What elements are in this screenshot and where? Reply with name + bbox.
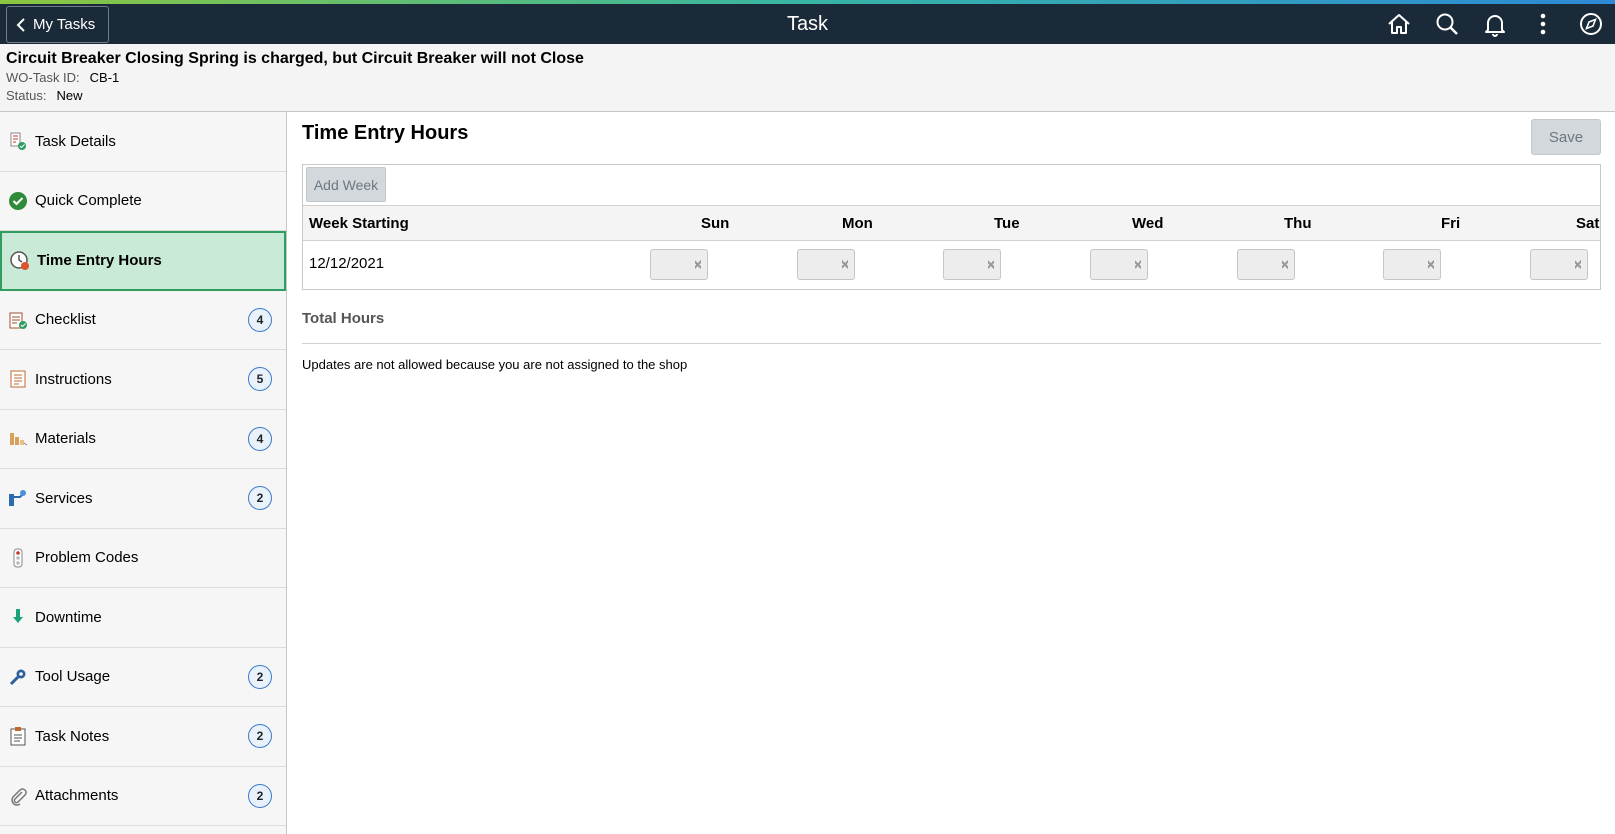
- mon-hours-input[interactable]: [797, 249, 855, 280]
- sidebar-item-label: Materials: [35, 430, 96, 448]
- sidebar-item-label: Instructions: [35, 370, 112, 388]
- sidebar-item-problem-codes[interactable]: Problem Codes: [0, 529, 286, 588]
- time-entry-grid: Add Week Week Starting Sun Mon Tue Wed T…: [302, 164, 1601, 290]
- sidebar-item-attachments[interactable]: Attachments 2: [0, 767, 286, 826]
- sidebar-item-task-notes[interactable]: Task Notes 2: [0, 707, 286, 767]
- notes-icon: [10, 727, 26, 746]
- sidebar-item-tool-usage[interactable]: Tool Usage 2: [0, 648, 286, 707]
- wed-hours-input[interactable]: [1090, 249, 1148, 280]
- column-header-fri: Fri: [1441, 215, 1461, 232]
- status-value: New: [56, 88, 83, 103]
- sidebar-item-materials[interactable]: Materials 4: [0, 410, 286, 469]
- sidebar-item-instructions[interactable]: Instructions 5: [0, 350, 286, 410]
- wo-task-id-value: CB-1: [89, 70, 120, 85]
- search-icon: [1436, 13, 1458, 35]
- sidebar-item-label: Services: [35, 489, 93, 507]
- permission-notice: Updates are not allowed because you are …: [302, 357, 688, 372]
- count-badge: 5: [248, 367, 272, 392]
- sat-hours-input[interactable]: [1530, 249, 1588, 280]
- task-header: Circuit Breaker Closing Spring is charge…: [0, 44, 1615, 112]
- wrench-icon: [9, 669, 26, 685]
- instructions-icon: [10, 370, 26, 388]
- sidebar-item-label: Task Notes: [35, 727, 110, 745]
- sidebar-item-task-details[interactable]: Task Details: [0, 112, 286, 172]
- fri-hours-input[interactable]: [1383, 249, 1441, 280]
- sidebar-item-checklist[interactable]: Checklist 4: [0, 291, 286, 350]
- notifications-button[interactable]: [1471, 4, 1519, 44]
- clock-icon: [10, 251, 29, 270]
- tue-hours-input[interactable]: [943, 249, 1001, 280]
- grid-toolbar: Add Week: [303, 165, 1600, 206]
- task-details-icon: [10, 132, 26, 151]
- home-button[interactable]: [1375, 4, 1423, 44]
- total-hours-label: Total Hours: [302, 310, 385, 327]
- check-circle-icon: [9, 191, 27, 210]
- services-icon: [9, 490, 26, 507]
- compass-icon: [1580, 13, 1602, 35]
- page-header-title: Task: [786, 13, 829, 35]
- count-badge: 4: [248, 426, 272, 451]
- home-icon: [1388, 14, 1410, 34]
- count-badge: 2: [248, 664, 272, 689]
- actions-menu-button[interactable]: [1519, 4, 1567, 44]
- search-button[interactable]: [1423, 4, 1471, 44]
- save-button[interactable]: Save: [1531, 119, 1601, 155]
- sidebar-item-label: Downtime: [35, 608, 102, 626]
- down-arrow-icon: [13, 609, 23, 624]
- column-header-mon: Mon: [842, 215, 873, 232]
- status-row: Status: New: [6, 88, 1615, 103]
- count-badge: 4: [248, 307, 272, 332]
- count-badge: 2: [248, 486, 272, 511]
- sidebar-item-label: Checklist: [35, 311, 96, 329]
- back-button[interactable]: My Tasks: [6, 6, 109, 43]
- sidebar-item-quick-complete[interactable]: Quick Complete: [0, 172, 286, 231]
- sun-hours-input[interactable]: [650, 249, 708, 280]
- sidebar-item-label: Problem Codes: [35, 549, 139, 567]
- chevron-left-icon: [16, 17, 25, 32]
- column-header-week-starting: Week Starting: [309, 215, 409, 232]
- column-header-wed: Wed: [1132, 215, 1164, 232]
- navbar-button[interactable]: [1567, 4, 1615, 44]
- top-bar: My Tasks Task: [0, 4, 1615, 44]
- sidebar-item-label: Tool Usage: [35, 668, 111, 686]
- add-week-button[interactable]: Add Week: [306, 167, 386, 202]
- back-button-label: My Tasks: [33, 16, 96, 33]
- sidebar: Task Details Quick Complete Time Entry H…: [0, 112, 287, 834]
- task-title: Circuit Breaker Closing Spring is charge…: [6, 50, 584, 67]
- checklist-icon: [9, 312, 27, 329]
- page-title: Time Entry Hours: [302, 122, 469, 144]
- sidebar-item-time-entry-hours[interactable]: Time Entry Hours: [0, 231, 286, 291]
- week-starting-value: 12/12/2021: [309, 255, 385, 272]
- sidebar-item-downtime[interactable]: Downtime: [0, 588, 286, 648]
- paperclip-icon: [11, 787, 27, 806]
- bell-icon: [1485, 15, 1505, 37]
- column-header-thu: Thu: [1284, 215, 1312, 232]
- thu-hours-input[interactable]: [1237, 249, 1295, 280]
- sidebar-item-label: Quick Complete: [35, 192, 142, 210]
- column-header-tue: Tue: [994, 215, 1020, 232]
- materials-icon: [10, 432, 28, 446]
- more-vertical-icon: [1540, 13, 1546, 35]
- traffic-light-icon: [13, 548, 23, 568]
- count-badge: 2: [248, 724, 272, 749]
- wo-task-id-label: WO-Task ID:: [6, 70, 80, 85]
- count-badge: 2: [248, 783, 272, 808]
- divider: [302, 343, 1601, 344]
- column-header-sun: Sun: [701, 215, 730, 232]
- wo-task-id-row: WO-Task ID: CB-1: [6, 70, 1615, 85]
- sidebar-item-services[interactable]: Services 2: [0, 469, 286, 529]
- sidebar-item-label: Attachments: [35, 787, 119, 805]
- status-label: Status:: [6, 88, 47, 103]
- grid-header-row: Week Starting Sun Mon Tue Wed Thu Fri Sa…: [303, 206, 1600, 241]
- main-content: Time Entry Hours Save Add Week Week Star…: [288, 112, 1615, 834]
- sidebar-item-label: Task Details: [35, 132, 116, 150]
- sidebar-item-label: Time Entry Hours: [37, 252, 162, 270]
- table-row: 12/12/2021: [303, 241, 1600, 288]
- column-header-sat: Sat: [1576, 215, 1600, 232]
